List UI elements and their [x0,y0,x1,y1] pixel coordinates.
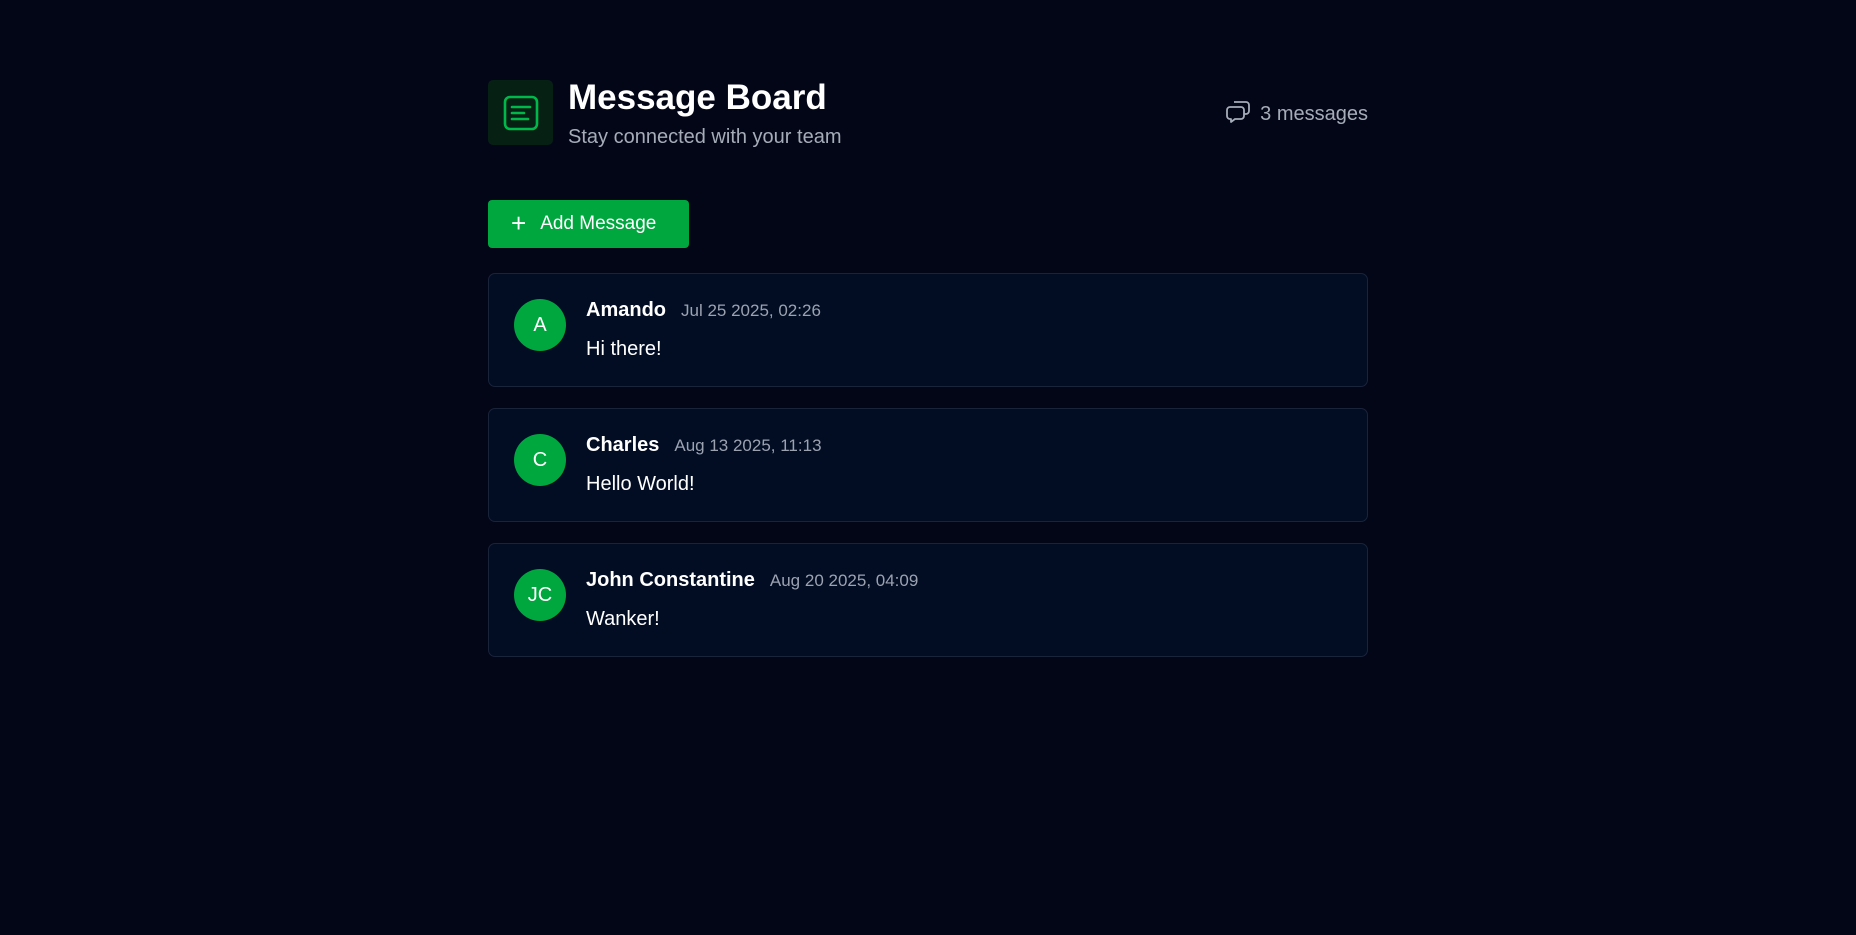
plus-icon: + [511,208,527,238]
message-count: 3 messages [1225,98,1368,130]
page-header: Message Board Stay connected with your t… [488,78,1368,150]
message-meta: John Constantine Aug 20 2025, 04:09 [586,569,918,592]
message-board-icon [488,80,553,145]
add-message-button[interactable]: + Add Message [488,200,689,248]
message-text: Hi there! [586,338,662,360]
message-timestamp: Aug 20 2025, 04:09 [769,571,919,590]
message-timestamp: Jul 25 2025, 02:26 [681,301,821,320]
avatar: JC [514,569,566,621]
avatar: A [514,299,566,351]
message-card: C Charles Aug 13 2025, 11:13 Hello World… [488,408,1368,522]
message-author: Charles [586,434,660,456]
message-meta: Charles Aug 13 2025, 11:13 [586,434,822,457]
avatar: C [514,434,566,486]
add-message-label: Add Message [540,213,657,234]
message-text: Hello World! [586,473,695,495]
message-timestamp: Aug 13 2025, 11:13 [674,436,822,455]
chat-bubbles-icon [1225,98,1251,130]
message-card: A Amando Jul 25 2025, 02:26 Hi there! [488,273,1368,387]
page-title: Message Board [568,78,827,117]
message-meta: Amando Jul 25 2025, 02:26 [586,299,821,322]
message-list: A Amando Jul 25 2025, 02:26 Hi there! C … [488,273,1368,678]
message-text: Wanker! [586,608,660,630]
message-card: JC John Constantine Aug 20 2025, 04:09 W… [488,543,1368,657]
message-author: Amando [586,299,666,321]
page-subtitle: Stay connected with your team [568,126,842,148]
message-author: John Constantine [586,569,755,591]
message-count-label: 3 messages [1260,102,1368,125]
